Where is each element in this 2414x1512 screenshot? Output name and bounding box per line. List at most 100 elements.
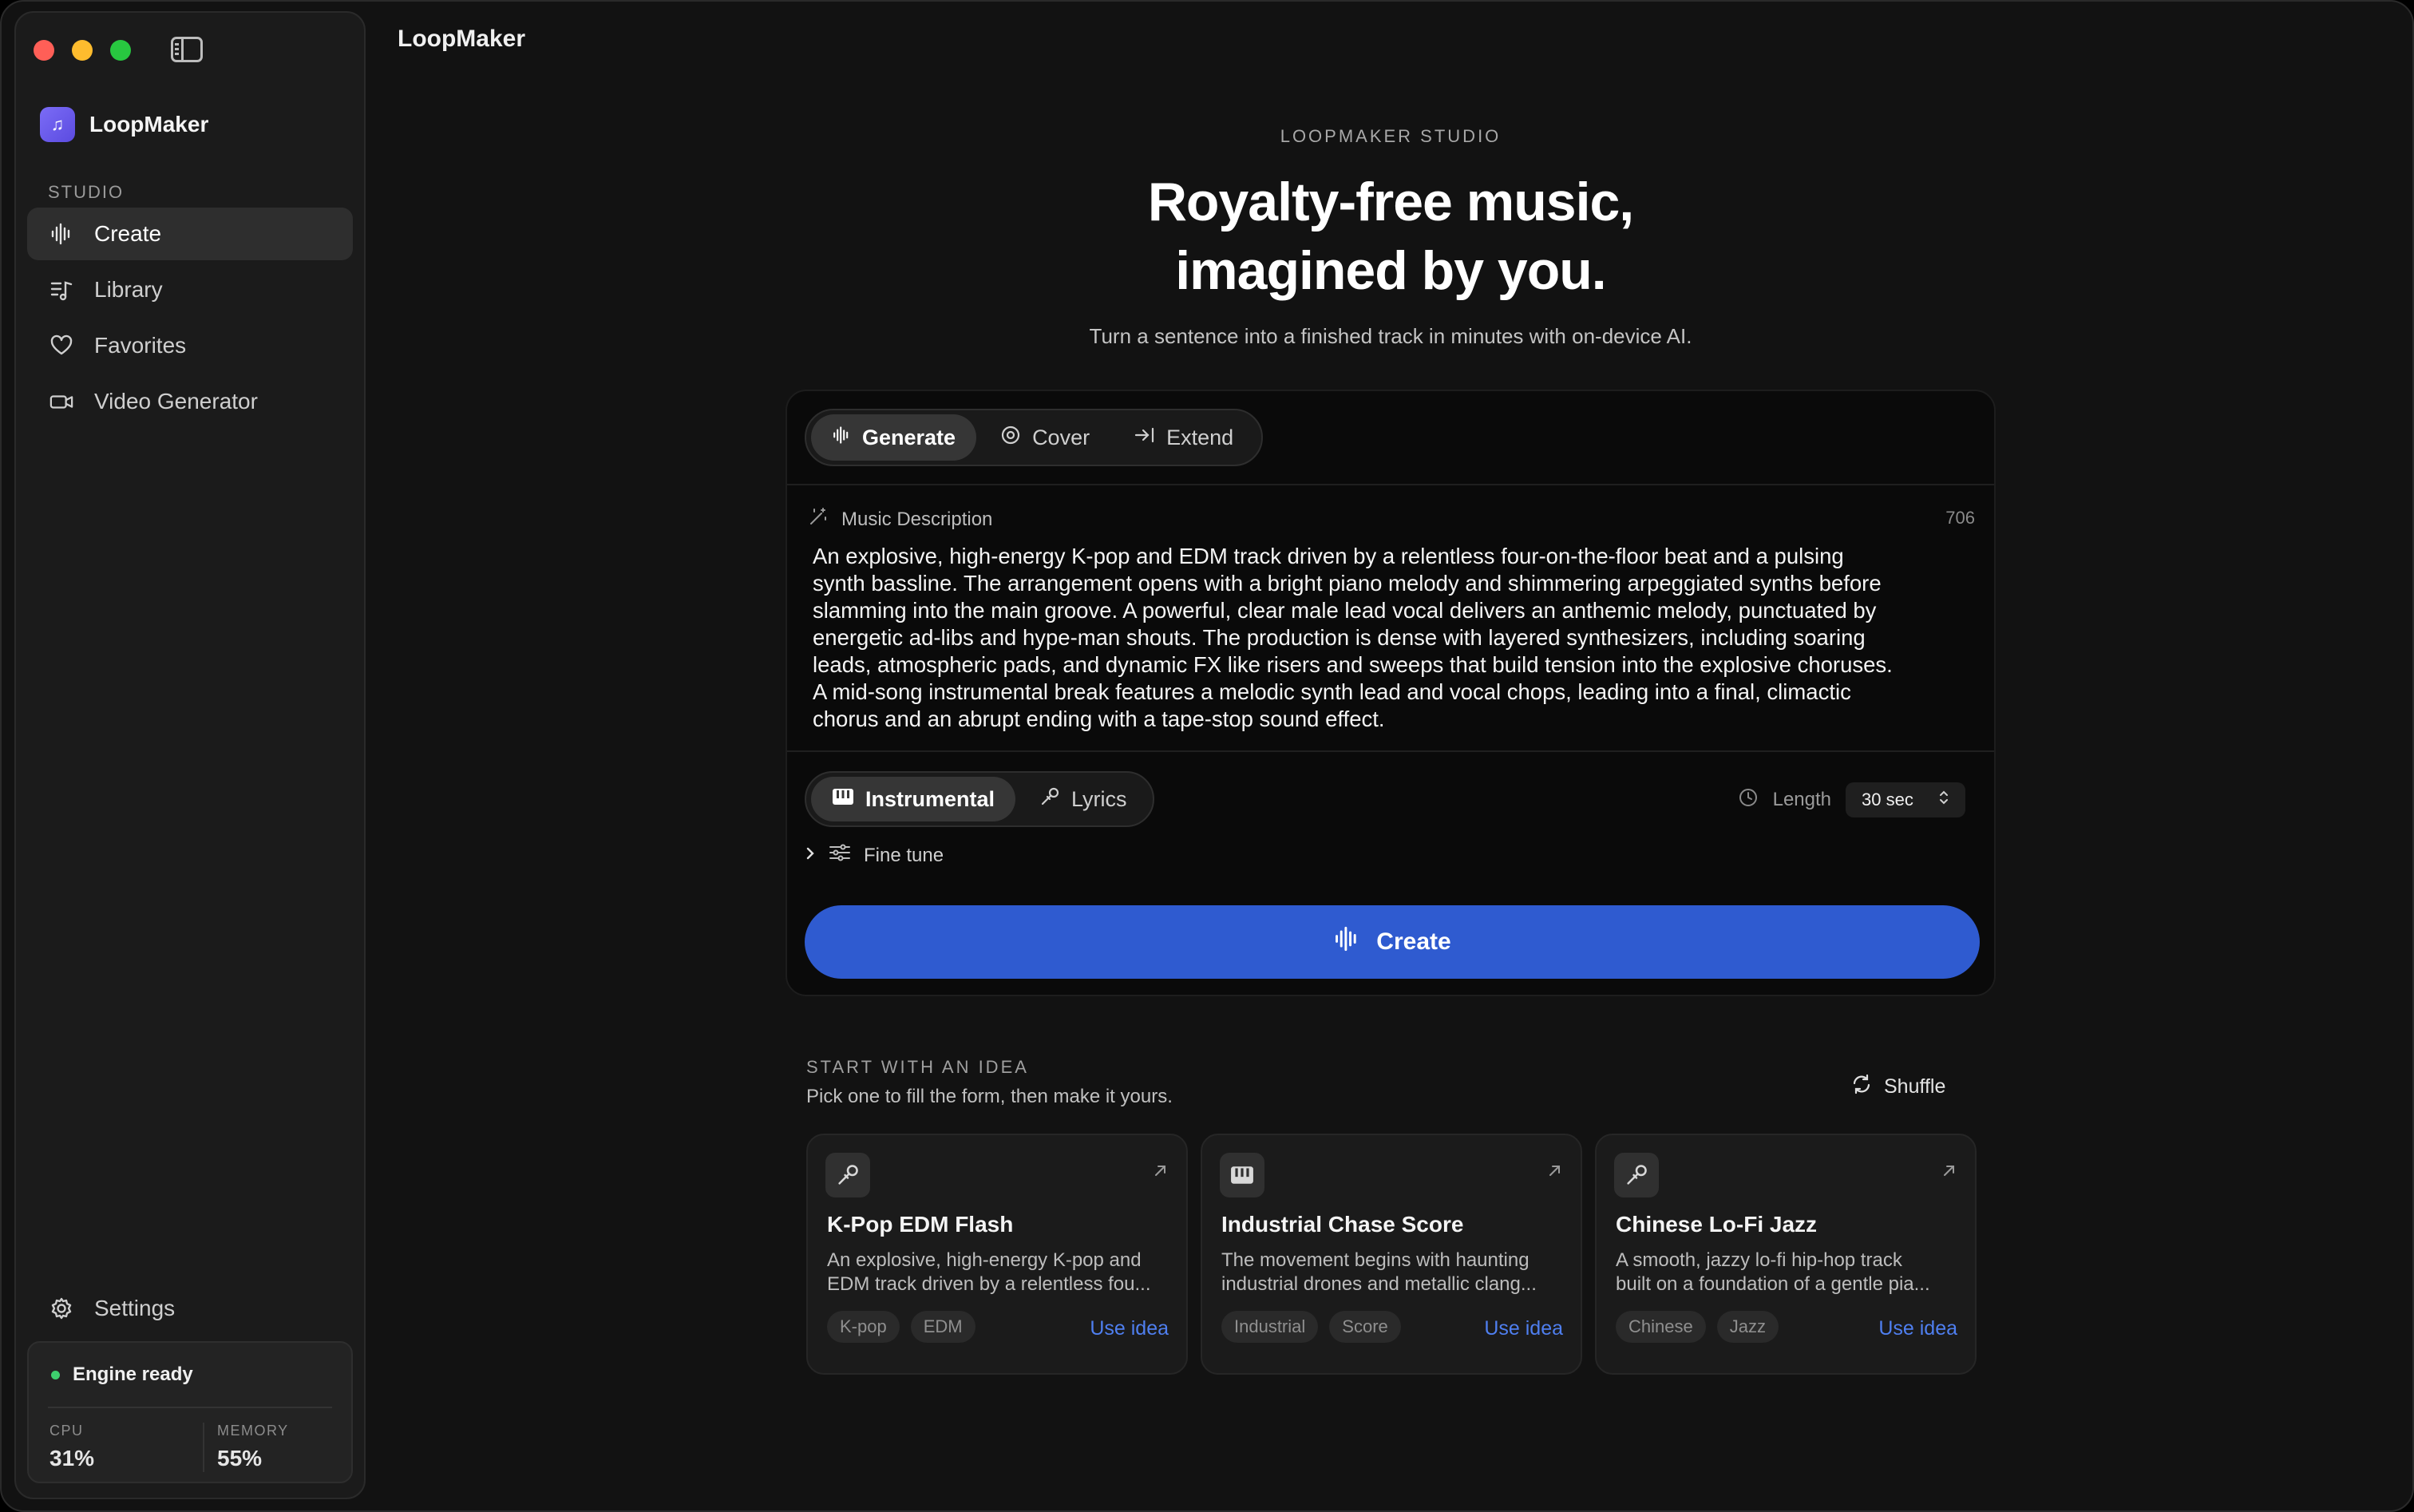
zoom-window-button[interactable]	[110, 40, 131, 61]
tab-label: Lyrics	[1071, 786, 1127, 811]
sidebar-item-label: Create	[94, 221, 162, 246]
idea-description-line: EDM track driven by a relentless fou...	[827, 1273, 1151, 1295]
memory-label: MEMORY	[217, 1423, 289, 1439]
arrow-up-right-icon	[1153, 1159, 1169, 1184]
piano-icon	[832, 787, 854, 812]
idea-description: A smooth, jazzy lo-fi hip-hop track buil…	[1616, 1249, 1959, 1296]
tab-extend[interactable]: Extend	[1114, 414, 1254, 461]
idea-description-line: built on a foundation of a gentle pia...	[1616, 1273, 1930, 1295]
waveform-icon	[832, 425, 851, 450]
length-control: Length 30 sec	[1738, 782, 1965, 817]
sidebar-item-create[interactable]: Create	[27, 208, 353, 260]
idea-tags: K-pop EDM	[827, 1311, 975, 1343]
sidebar-nav: Create Library Favorites Video Generator	[27, 208, 353, 431]
description-line: energetic ad-libs and hype-man shouts. T…	[813, 625, 1866, 650]
tag: Chinese	[1616, 1311, 1706, 1343]
sidebar-section-label: STUDIO	[48, 182, 125, 202]
mode-segmented-control: Generate Cover Extend	[805, 409, 1263, 466]
engine-status: Engine ready	[51, 1364, 193, 1386]
idea-description-line: industrial drones and metallic clang...	[1221, 1273, 1537, 1295]
sidebar-item-library[interactable]: Library	[27, 263, 353, 316]
engine-status-text: Engine ready	[73, 1364, 193, 1385]
arrow-up-right-icon	[1547, 1159, 1563, 1184]
divider	[787, 750, 1994, 752]
idea-description: The movement begins with haunting indust…	[1221, 1249, 1565, 1296]
idea-title: K-Pop EDM Flash	[827, 1212, 1014, 1237]
sidebar: ♫ LoopMaker STUDIO Create Library Favori…	[14, 11, 366, 1499]
idea-description-line: A smooth, jazzy lo-fi hip-hop track	[1616, 1249, 1902, 1271]
description-line: synth bassline. The arrangement opens wi…	[813, 571, 1882, 596]
status-dot-icon	[51, 1370, 60, 1379]
microphone-icon	[1614, 1153, 1659, 1197]
divider	[203, 1423, 204, 1472]
sliders-icon	[829, 843, 851, 868]
waveform-icon	[49, 222, 73, 246]
tab-instrumental[interactable]: Instrumental	[811, 777, 1016, 821]
sidebar-item-favorites[interactable]: Favorites	[27, 319, 353, 372]
idea-title: Chinese Lo-Fi Jazz	[1616, 1212, 1818, 1237]
use-idea-button[interactable]: Use idea	[1090, 1317, 1169, 1340]
idea-card[interactable]: Chinese Lo-Fi Jazz A smooth, jazzy lo-fi…	[1595, 1134, 1977, 1375]
page-title: Royalty-free music, imagined by you.	[366, 168, 2412, 305]
waveform-icon	[1333, 925, 1360, 959]
divider	[48, 1407, 332, 1408]
sidebar-item-label: Video Generator	[94, 389, 258, 414]
tab-generate[interactable]: Generate	[811, 414, 977, 461]
ideas-section-label: START WITH AN IDEA	[806, 1057, 1029, 1077]
cpu-value: 31%	[49, 1446, 95, 1470]
engine-status-panel: Engine ready CPU 31% MEMORY 55%	[27, 1341, 353, 1483]
idea-tags: Industrial Score	[1221, 1311, 1401, 1343]
shuffle-button[interactable]: Shuffle	[1850, 1073, 1945, 1101]
fine-tune-toggle[interactable]: Fine tune	[805, 843, 944, 868]
idea-tags: Chinese Jazz	[1616, 1311, 1779, 1343]
sidebar-item-label: Favorites	[94, 333, 187, 358]
create-form: Generate Cover Extend Music Description	[786, 390, 1996, 996]
music-list-icon	[49, 278, 73, 302]
cpu-label: CPU	[49, 1423, 84, 1439]
sidebar-toggle-icon[interactable]	[171, 37, 203, 62]
disc-icon	[1000, 425, 1021, 451]
ideas-subtitle: Pick one to fill the form, then make it …	[806, 1086, 1173, 1107]
create-button-label: Create	[1376, 928, 1451, 955]
sidebar-item-video-generator[interactable]: Video Generator	[27, 375, 353, 428]
length-label: Length	[1772, 789, 1831, 810]
window-controls	[34, 40, 131, 61]
idea-card[interactable]: Industrial Chase Score The movement begi…	[1201, 1134, 1582, 1375]
refresh-icon	[1850, 1073, 1873, 1101]
magic-wand-icon	[808, 506, 829, 532]
tag: EDM	[910, 1311, 975, 1343]
length-value: 30 sec	[1862, 790, 1913, 809]
eyebrow: LOOPMAKER STUDIO	[1280, 126, 1502, 146]
idea-card[interactable]: K-Pop EDM Flash An explosive, high-energ…	[806, 1134, 1188, 1375]
music-description-textarea[interactable]: An explosive, high-energy K-pop and EDM …	[813, 543, 1978, 733]
tab-lyrics[interactable]: Lyrics	[1019, 777, 1148, 821]
chevron-up-down-icon	[1938, 790, 1949, 810]
close-window-button[interactable]	[34, 40, 54, 61]
chevron-right-icon	[805, 845, 816, 867]
arrow-up-right-icon	[1941, 1159, 1957, 1184]
description-line: chorus and an abrupt ending with a tape-…	[813, 707, 1385, 731]
sidebar-item-settings[interactable]: Settings	[27, 1282, 353, 1335]
tab-label: Instrumental	[865, 786, 995, 811]
tab-label: Extend	[1166, 425, 1234, 449]
hero-line: Royalty-free music,	[1147, 172, 1634, 232]
tag: Industrial	[1221, 1311, 1319, 1343]
shuffle-label: Shuffle	[1884, 1075, 1946, 1098]
tab-cover[interactable]: Cover	[979, 414, 1110, 461]
fine-tune-label: Fine tune	[864, 844, 944, 866]
description-line: An explosive, high-energy K-pop and EDM …	[813, 544, 1844, 568]
tab-label: Generate	[862, 425, 956, 449]
minimize-window-button[interactable]	[72, 40, 93, 61]
settings-label: Settings	[94, 1296, 176, 1320]
tag: Score	[1329, 1311, 1401, 1343]
idea-description-line: An explosive, high-energy K-pop and	[827, 1249, 1142, 1271]
clock-icon	[1738, 787, 1759, 813]
use-idea-button[interactable]: Use idea	[1878, 1317, 1957, 1340]
use-idea-button[interactable]: Use idea	[1484, 1317, 1563, 1340]
length-select[interactable]: 30 sec	[1846, 782, 1965, 817]
description-label-text: Music Description	[841, 508, 993, 530]
sidebar-item-label: Library	[94, 277, 163, 302]
window-title: LoopMaker	[398, 26, 526, 52]
description-line: slamming into the main groove. A powerfu…	[813, 598, 1877, 623]
create-button[interactable]: Create	[805, 905, 1980, 979]
